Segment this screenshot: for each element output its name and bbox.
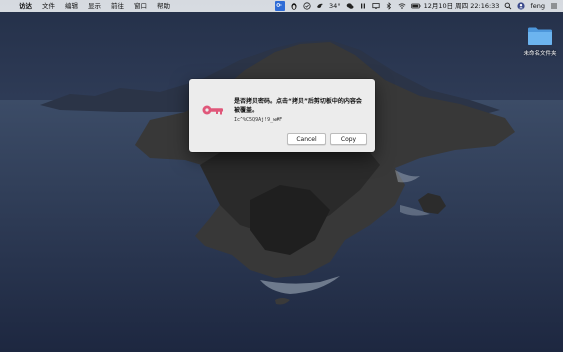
user-avatar-icon[interactable] xyxy=(517,2,526,10)
user-name[interactable]: feng xyxy=(530,0,545,12)
bluetooth-icon[interactable] xyxy=(385,2,393,10)
status-area: 34° 12月10日 周四 22:16:33 feng xyxy=(275,0,563,12)
folder-label: 未命名文件夹 xyxy=(523,51,557,57)
clock-status[interactable]: 12月10日 周四 22:16:33 xyxy=(424,0,500,12)
password-value: Ic^%C5Q9Aj!9_w#F xyxy=(234,117,283,123)
folder-icon xyxy=(527,26,553,46)
bird-icon[interactable] xyxy=(316,2,324,10)
pause-icon[interactable] xyxy=(359,2,367,10)
menu-go[interactable]: 前往 xyxy=(106,0,129,12)
battery-icon[interactable] xyxy=(410,2,421,10)
menu-file[interactable]: 文件 xyxy=(37,0,60,12)
copy-password-dialog: 是否拷贝密码。点击“拷贝”后剪切板中的内容会被覆盖。 Ic^%C5Q9Aj!9_… xyxy=(189,79,375,152)
app-menus: 访达 文件 编辑 显示 前往 窗口 帮助 xyxy=(14,0,175,12)
dialog-message: 是否拷贝密码。点击“拷贝”后剪切板中的内容会被覆盖。 xyxy=(234,98,362,114)
search-icon[interactable] xyxy=(504,2,512,10)
menu-view[interactable]: 显示 xyxy=(83,0,106,12)
desktop-wallpaper xyxy=(0,0,563,352)
menu-window[interactable]: 窗口 xyxy=(129,0,152,12)
cancel-button[interactable]: Cancel xyxy=(287,133,326,145)
penguin-icon[interactable] xyxy=(290,2,298,10)
menu-edit[interactable]: 编辑 xyxy=(60,0,83,12)
menu-help[interactable]: 帮助 xyxy=(152,0,175,12)
copy-button[interactable]: Copy xyxy=(330,133,367,145)
key-icon xyxy=(202,102,224,116)
menu-finder[interactable]: 访达 xyxy=(14,0,37,12)
wechat-icon[interactable] xyxy=(346,2,354,10)
check-circle-icon[interactable] xyxy=(303,2,311,10)
wifi-icon[interactable] xyxy=(398,2,406,10)
screen-mirroring-icon[interactable] xyxy=(371,2,380,10)
temperature-status[interactable]: 34° xyxy=(329,0,341,12)
desktop-folder[interactable]: 未命名文件夹 xyxy=(521,26,559,57)
notification-center-icon[interactable] xyxy=(550,2,558,10)
password-app-icon[interactable] xyxy=(275,1,286,11)
menu-bar: 访达 文件 编辑 显示 前往 窗口 帮助 34° 12月10日 周四 22:16… xyxy=(0,0,563,12)
